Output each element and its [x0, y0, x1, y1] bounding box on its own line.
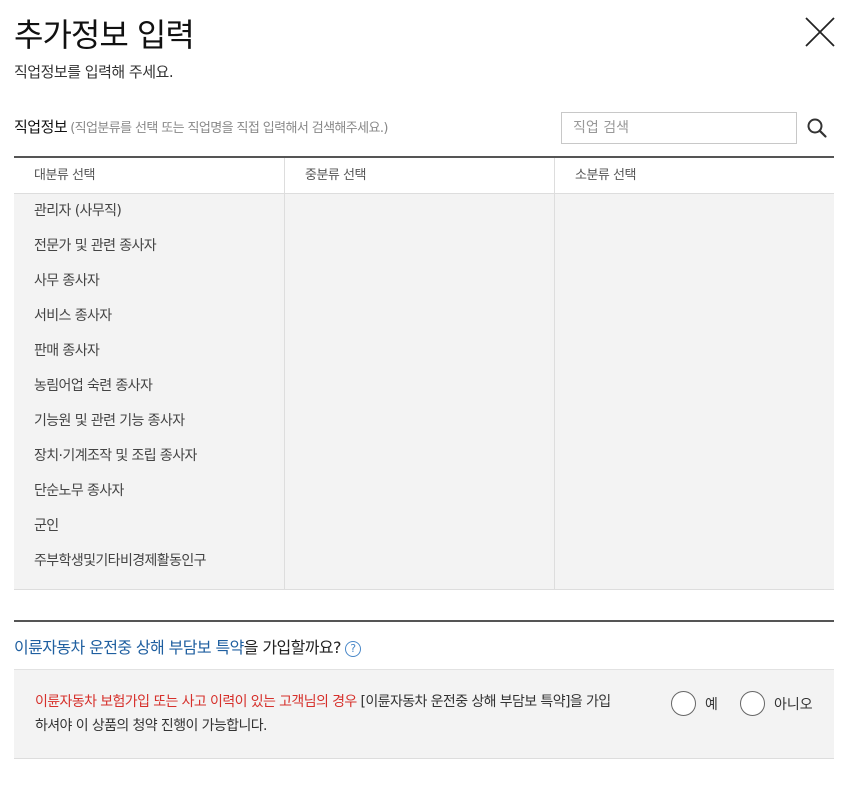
radio-no[interactable]: 아니오 — [740, 691, 813, 716]
radio-no-circle[interactable] — [740, 691, 765, 716]
job-section-heading: 직업정보 (직업분류를 선택 또는 직업명을 직접 입력해서 검색해주세요.) — [14, 116, 388, 137]
rider-question-rest: 을 가입할까요? — [243, 638, 342, 657]
middle-category-header: 중분류 선택 — [285, 158, 554, 194]
section-divider — [14, 620, 834, 622]
radio-yes[interactable]: 예 — [671, 691, 718, 716]
middle-category-list — [285, 194, 554, 589]
page-subtitle: 직업정보를 입력해 주세요. — [14, 63, 174, 81]
page-title: 추가정보 입력 — [14, 16, 195, 54]
category-item[interactable]: 전문가 및 관련 종사자 — [14, 235, 284, 270]
job-search-input[interactable] — [561, 112, 797, 144]
category-item[interactable]: 기능원 및 관련 기능 종사자 — [14, 410, 284, 445]
category-item[interactable]: 관리자 (사무직) — [14, 200, 284, 235]
search-icon[interactable] — [805, 116, 829, 140]
job-section-hint: (직업분류를 선택 또는 직업명을 직접 입력해서 검색해주세요.) — [70, 121, 388, 136]
rider-notice-warning: 이륜자동차 보험가입 또는 사고 이력이 있는 고객님의 경우 — [35, 694, 357, 710]
category-item[interactable]: 주부학생및기타비경제활동인구 — [14, 550, 284, 585]
minor-category-header: 소분류 선택 — [555, 158, 834, 194]
category-item[interactable]: 판매 종사자 — [14, 340, 284, 375]
category-item[interactable]: 서비스 종사자 — [14, 305, 284, 340]
radio-yes-label[interactable]: 예 — [705, 694, 718, 714]
rider-question: 이륜자동차 운전중 상해 부담보 특약을 가입할까요?? — [14, 634, 361, 658]
job-category-table: 대분류 선택 관리자 (사무직) 전문가 및 관련 종사자 사무 종사자 서비스… — [14, 156, 834, 590]
category-item[interactable]: 장치·기계조작 및 조립 종사자 — [14, 445, 284, 480]
radio-no-label[interactable]: 아니오 — [774, 694, 813, 714]
category-item[interactable]: 군인 — [14, 515, 284, 550]
rider-notice-text: 이륜자동차 보험가입 또는 사고 이력이 있는 고객님의 경우 [이륜자동차 운… — [35, 690, 615, 738]
major-category-column: 대분류 선택 관리자 (사무직) 전문가 및 관련 종사자 사무 종사자 서비스… — [14, 158, 284, 589]
radio-yes-circle[interactable] — [671, 691, 696, 716]
rider-question-accent: 이륜자동차 운전중 상해 부담보 특약 — [14, 638, 244, 657]
major-category-list: 관리자 (사무직) 전문가 및 관련 종사자 사무 종사자 서비스 종사자 판매… — [14, 194, 284, 589]
category-item[interactable]: 단순노무 종사자 — [14, 480, 284, 515]
job-section-label: 직업정보 — [14, 118, 68, 136]
rider-notice-box: 이륜자동차 보험가입 또는 사고 이력이 있는 고객님의 경우 [이륜자동차 운… — [14, 669, 834, 759]
minor-category-list — [555, 194, 834, 589]
help-icon[interactable]: ? — [344, 640, 361, 657]
minor-category-column: 소분류 선택 — [554, 158, 834, 589]
major-category-header: 대분류 선택 — [14, 158, 284, 194]
middle-category-column: 중분류 선택 — [284, 158, 554, 589]
close-icon[interactable] — [803, 15, 837, 49]
category-item[interactable]: 농림어업 숙련 종사자 — [14, 375, 284, 410]
category-item[interactable]: 사무 종사자 — [14, 270, 284, 305]
